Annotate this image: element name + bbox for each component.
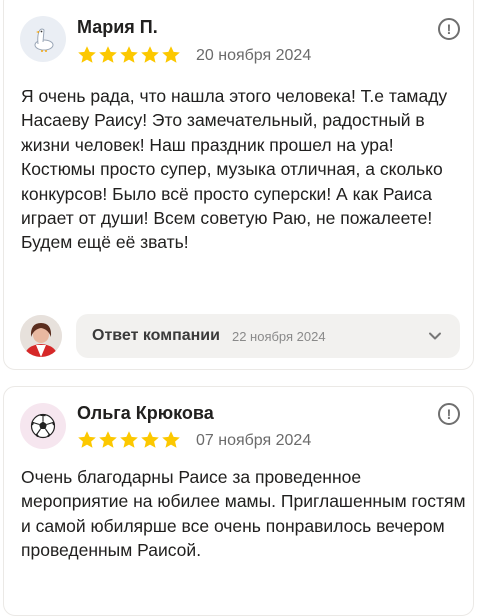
soccer-ball-icon: [30, 413, 56, 439]
review-text: Очень благодарны Раисе за проведенное ме…: [21, 467, 466, 561]
star-icon: [141, 431, 159, 448]
more-options-icon[interactable]: !: [438, 403, 460, 425]
review-card: Ольга Крюкова 07 ноября 2024 ! Очень бла…: [3, 386, 474, 616]
star-icon: [120, 431, 138, 448]
star-icon: [78, 431, 96, 448]
author-avatar[interactable]: [20, 16, 66, 62]
author-name[interactable]: Ольга Крюкова: [77, 403, 214, 424]
rating-stars: [77, 430, 181, 450]
author-avatar[interactable]: [20, 403, 66, 449]
reply-date: 22 ноября 2024: [231, 328, 326, 344]
reply-label: Ответ компании: [92, 327, 220, 344]
review-text: Я очень рада, что нашла этого человека! …: [21, 86, 448, 253]
author-name[interactable]: Мария П.: [77, 17, 158, 38]
company-reply-toggle[interactable]: Ответ компании 22 ноября 2024: [76, 314, 460, 358]
more-options-icon[interactable]: !: [438, 18, 460, 40]
star-icon: [120, 46, 138, 63]
person-photo-icon: [20, 315, 62, 357]
goose-icon: [34, 28, 54, 52]
star-icon: [78, 46, 96, 63]
review-card: Мария П. 20 ноября 2024 ! Я очень рада, …: [3, 0, 474, 370]
star-icon: [162, 46, 180, 63]
star-icon: [162, 431, 180, 448]
star-icon: [99, 46, 117, 63]
rating-stars: [77, 45, 181, 65]
star-icon: [99, 431, 117, 448]
chevron-down-icon: [429, 332, 441, 340]
company-avatar: [20, 315, 62, 357]
review-date: 07 ноября 2024: [196, 432, 312, 449]
review-date: 20 ноября 2024: [196, 47, 312, 64]
star-icon: [141, 46, 159, 63]
